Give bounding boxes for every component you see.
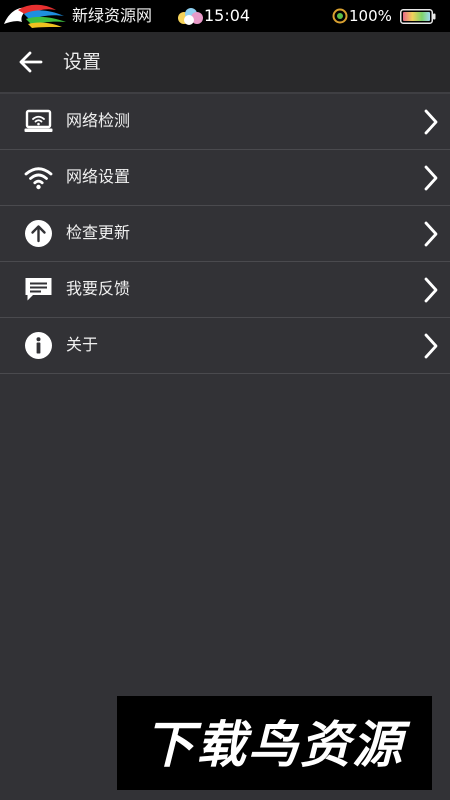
status-brand-text: 新绿资源网 [72,6,153,25]
chevron-right-icon [424,221,438,247]
back-button[interactable] [12,44,48,80]
app-header: 设置 [0,32,450,92]
feedback-message-icon [24,275,53,304]
arrow-up-circle-icon [24,219,53,248]
settings-item-network-check[interactable]: 网络检测 [0,94,450,150]
settings-item-check-update[interactable]: 检查更新 [0,206,450,262]
status-time: 15:04 [204,6,251,25]
settings-item-label: 检查更新 [66,223,131,242]
status-bar: 新绿资源网 15:04 100% [0,0,450,32]
settings-item-label: 网络设置 [66,167,131,186]
settings-item-network-settings[interactable]: 网络设置 [0,150,450,206]
laptop-wifi-icon [24,107,53,136]
chevron-right-icon [424,109,438,135]
watermark-logo-icon: 下载鸟资源 [144,716,411,774]
location-icon [332,8,348,24]
watermark-logo: 下载鸟资源 [117,696,432,790]
chevron-right-icon [424,165,438,191]
brand-logo-icon [4,4,66,28]
settings-item-about[interactable]: 关于 [0,318,450,374]
settings-item-label: 关于 [66,335,99,354]
chevron-right-icon [424,277,438,303]
settings-list: 网络检测 网络设置 检查更新 我要反馈 关于 [0,94,450,374]
arrow-left-icon [19,51,43,73]
weather-cloud-icon [178,8,203,25]
svg-text:下载鸟资源: 下载鸟资源 [144,716,411,774]
battery-icon [400,9,436,24]
settings-item-label: 我要反馈 [66,279,131,298]
settings-screen: 新绿资源网 15:04 100% 设置 网络检测 网络设置 检查更新 我要反馈 … [0,0,450,800]
chevron-right-icon [424,333,438,359]
battery-percent: 100% [349,7,392,25]
settings-item-label: 网络检测 [66,111,131,130]
wifi-icon [24,163,53,192]
settings-item-feedback[interactable]: 我要反馈 [0,262,450,318]
info-icon [24,331,53,360]
page-title: 设置 [63,51,102,73]
